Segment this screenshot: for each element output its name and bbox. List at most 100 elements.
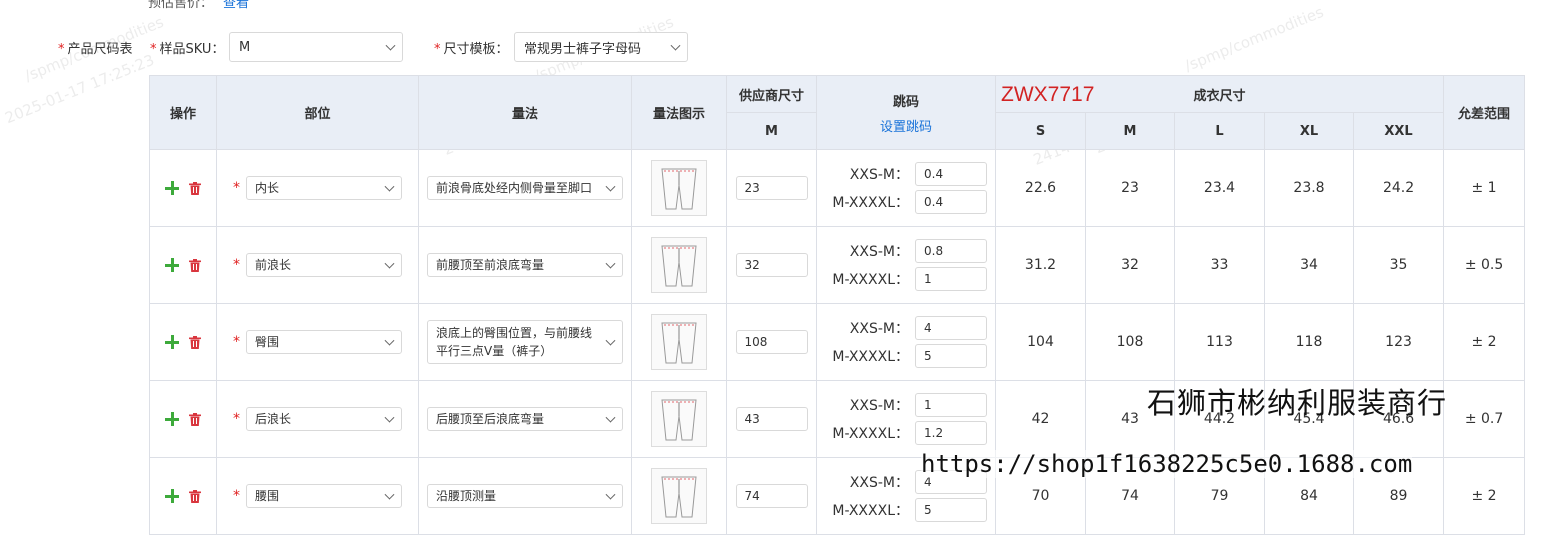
header-size-m: M: [1085, 112, 1175, 150]
jump-input-xxs-m[interactable]: 1: [915, 393, 987, 417]
size-xxl-value: 35: [1352, 226, 1445, 304]
jump-label-m-xxxxl: M-XXXXL：: [832, 503, 909, 519]
trash-icon[interactable]: [189, 335, 201, 349]
method-select[interactable]: 浪底上的臀围位置，与前腰线平行三点V量（裤子）: [427, 320, 623, 364]
method-select[interactable]: 后腰顶至后浪底弯量: [427, 407, 623, 431]
supplier-size-input[interactable]: 74: [735, 484, 808, 508]
set-jump-link[interactable]: 设置跳码: [817, 116, 995, 135]
watermark-code: ZWX7717: [1001, 83, 1095, 106]
jump-label-xxs-m: XXS-M：: [849, 398, 909, 414]
chevron-down-icon: [605, 181, 616, 192]
estimated-price-label: 预估售价：: [148, 0, 214, 11]
add-row-icon[interactable]: [165, 335, 179, 349]
tolerance-value: ± 2: [1443, 303, 1526, 381]
size-xxl-value: 123: [1352, 303, 1445, 381]
estimated-price-row: 预估售价： 查看: [148, 0, 249, 11]
measurement-diagram-image[interactable]: [651, 314, 707, 370]
measurement-diagram-image[interactable]: [651, 468, 707, 524]
view-price-link[interactable]: 查看: [223, 0, 249, 11]
pants-diagram-icon: [661, 476, 697, 518]
template-label: * 尺寸模板：: [434, 42, 509, 57]
header-size-xl: XL: [1264, 112, 1354, 150]
chevron-down-icon: [605, 489, 616, 500]
table-row: * 内长 前浪骨底处经内侧骨量至脚口 23 XXS-M： 0.4 M-XXXXL…: [149, 149, 1526, 227]
chevron-down-icon: [384, 181, 395, 192]
jump-input-xxs-m[interactable]: 0.8: [915, 239, 987, 263]
pants-diagram-icon: [661, 168, 697, 210]
jump-input-m-xxxxl[interactable]: 5: [915, 498, 987, 522]
jump-label-m-xxxxl: M-XXXXL：: [832, 349, 909, 365]
jump-label-xxs-m: XXS-M：: [849, 321, 909, 337]
jump-label-m-xxxxl: M-XXXXL：: [832, 195, 909, 211]
watermark: /spmp/commodities: [1182, 2, 1327, 76]
measurement-diagram-image[interactable]: [651, 160, 707, 216]
shop-name-watermark: 石狮市彬纳利服装商行: [1147, 386, 1448, 420]
supplier-size-input[interactable]: 32: [735, 253, 808, 277]
header-size-l: L: [1174, 112, 1265, 150]
header-size-s: S: [995, 112, 1086, 150]
size-l-value: 113: [1174, 303, 1265, 381]
part-select[interactable]: 内长: [246, 176, 402, 200]
size-s-value: 22.6: [995, 149, 1086, 227]
size-l-value: 23.4: [1174, 149, 1265, 227]
size-xl-value: 118: [1264, 303, 1354, 381]
header-tolerance: 允差范围: [1443, 75, 1526, 150]
measurement-diagram-image[interactable]: [651, 237, 707, 293]
supplier-size-input[interactable]: 23: [735, 176, 808, 200]
tolerance-value: ± 0.7: [1443, 380, 1526, 458]
sku-label: * 样品SKU：: [150, 42, 225, 57]
jump-input-m-xxxxl[interactable]: 0.4: [915, 190, 987, 214]
chevron-down-icon: [605, 412, 616, 423]
add-row-icon[interactable]: [165, 181, 179, 195]
header-size-xxl: XXL: [1352, 112, 1445, 150]
template-select[interactable]: 常规男士裤子字母码: [514, 32, 688, 62]
jump-label-m-xxxxl: M-XXXXL：: [832, 426, 909, 442]
size-m-value: 23: [1085, 149, 1175, 227]
sku-select[interactable]: M: [229, 32, 403, 62]
tolerance-value: ± 1: [1443, 149, 1526, 227]
pants-diagram-icon: [661, 399, 697, 441]
jump-input-m-xxxxl[interactable]: 5: [915, 344, 987, 368]
size-table-label: * 产品尺码表: [58, 42, 133, 57]
table-row: * 前浪长 前腰顶至前浪底弯量 32 XXS-M： 0.8 M-XXXXL： 1…: [149, 226, 1526, 304]
tolerance-value: ± 2: [1443, 457, 1526, 535]
part-select[interactable]: 后浪长: [246, 407, 402, 431]
size-xxl-value: 24.2: [1352, 149, 1445, 227]
jump-label-m-xxxxl: M-XXXXL：: [832, 272, 909, 288]
header-diagram: 量法图示: [631, 75, 727, 150]
shop-url-watermark: https://shop1f1638225c5e0.1688.com: [921, 450, 1413, 478]
measurement-diagram-image[interactable]: [651, 391, 707, 447]
jump-input-m-xxxxl[interactable]: 1.2: [915, 421, 987, 445]
header-ops: 操作: [149, 75, 217, 150]
jump-label-xxs-m: XXS-M：: [849, 475, 909, 491]
supplier-size-input[interactable]: 108: [735, 330, 808, 354]
supplier-size-input[interactable]: 43: [735, 407, 808, 431]
jump-label-xxs-m: XXS-M：: [849, 167, 909, 183]
size-s-value: 104: [995, 303, 1086, 381]
trash-icon[interactable]: [189, 258, 201, 272]
chevron-down-icon: [384, 335, 395, 346]
chevron-down-icon: [384, 412, 395, 423]
trash-icon[interactable]: [189, 181, 201, 195]
chevron-down-icon: [384, 489, 395, 500]
add-row-icon[interactable]: [165, 258, 179, 272]
trash-icon[interactable]: [189, 489, 201, 503]
jump-input-xxs-m[interactable]: 0.4: [915, 162, 987, 186]
method-select[interactable]: 沿腰顶测量: [427, 484, 623, 508]
size-xl-value: 23.8: [1264, 149, 1354, 227]
size-m-value: 32: [1085, 226, 1175, 304]
part-select[interactable]: 前浪长: [246, 253, 402, 277]
trash-icon[interactable]: [189, 412, 201, 426]
jump-input-m-xxxxl[interactable]: 1: [915, 267, 987, 291]
jump-input-xxs-m[interactable]: 4: [915, 316, 987, 340]
method-select[interactable]: 前浪骨底处经内侧骨量至脚口: [427, 176, 623, 200]
header-supplier-size: 供应商尺寸: [726, 75, 817, 113]
add-row-icon[interactable]: [165, 489, 179, 503]
jump-label-xxs-m: XXS-M：: [849, 244, 909, 260]
header-jump: 跳码 设置跳码: [816, 75, 996, 150]
part-select[interactable]: 臀围: [246, 330, 402, 354]
method-select[interactable]: 前腰顶至前浪底弯量: [427, 253, 623, 277]
tolerance-value: ± 0.5: [1443, 226, 1526, 304]
part-select[interactable]: 腰围: [246, 484, 402, 508]
add-row-icon[interactable]: [165, 412, 179, 426]
